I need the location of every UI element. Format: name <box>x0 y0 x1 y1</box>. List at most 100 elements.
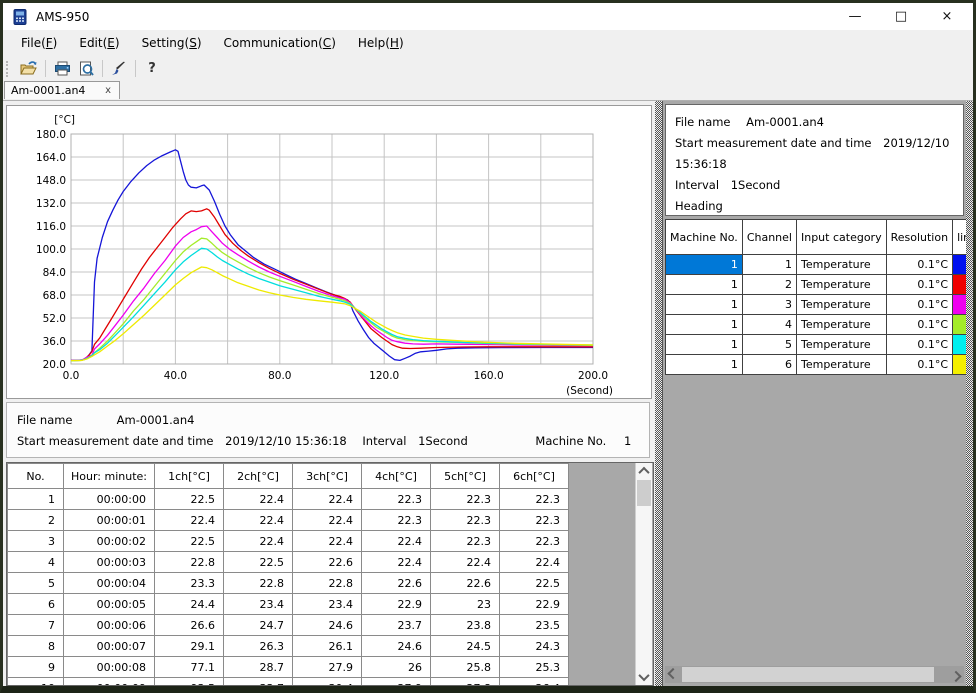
scroll-up-button[interactable] <box>636 463 652 479</box>
table-cell[interactable]: 00:00:06 <box>64 615 155 636</box>
table-cell[interactable]: 22.4 <box>293 531 362 552</box>
maximize-button[interactable]: □ <box>893 9 909 24</box>
tab-close-icon[interactable]: x <box>103 85 113 96</box>
table-cell[interactable]: 00:00:07 <box>64 636 155 657</box>
table-cell[interactable]: 0.1°C <box>886 335 952 355</box>
table-cell[interactable]: Temperature <box>796 335 886 355</box>
table-cell[interactable]: 8 <box>8 636 64 657</box>
scroll-left-button[interactable] <box>665 666 681 683</box>
table-cell[interactable]: 22.4 <box>224 510 293 531</box>
table-cell[interactable]: 00:00:09 <box>64 678 155 687</box>
table-cell[interactable]: 1 <box>8 489 64 510</box>
table-cell[interactable]: Temperature <box>796 275 886 295</box>
table-cell[interactable]: 29.1 <box>155 636 224 657</box>
table-cell[interactable]: 33.7 <box>224 678 293 687</box>
right-edge-splitter[interactable] <box>966 101 973 686</box>
table-cell[interactable]: 27.9 <box>362 678 431 687</box>
table-cell[interactable]: 22.4 <box>224 489 293 510</box>
table-cell[interactable]: 4 <box>8 552 64 573</box>
table-cell[interactable]: 22.3 <box>500 531 569 552</box>
table-cell[interactable]: 77.1 <box>155 657 224 678</box>
vertical-scrollbar[interactable] <box>635 463 652 685</box>
help-button[interactable]: ? <box>140 58 164 79</box>
table-cell[interactable]: 22.4 <box>500 552 569 573</box>
table-cell[interactable]: Temperature <box>796 315 886 335</box>
table-cell[interactable]: 23.4 <box>224 594 293 615</box>
table-cell[interactable]: 25.8 <box>431 657 500 678</box>
table-cell[interactable]: 9 <box>8 657 64 678</box>
table-cell[interactable]: 0.1°C <box>886 355 952 375</box>
table-cell[interactable]: 22.5 <box>224 552 293 573</box>
minimize-button[interactable]: — <box>847 9 863 24</box>
table-cell[interactable]: 23.7 <box>362 615 431 636</box>
table-cell[interactable]: 26.1 <box>293 636 362 657</box>
table-cell[interactable]: 22.5 <box>500 573 569 594</box>
table-cell[interactable]: 2 <box>742 275 796 295</box>
table-cell[interactable]: 23.8 <box>431 615 500 636</box>
table-cell[interactable]: 22.3 <box>431 489 500 510</box>
table-cell[interactable]: 93.5 <box>155 678 224 687</box>
table-cell[interactable]: 23 <box>431 594 500 615</box>
table-cell[interactable]: 27.8 <box>431 678 500 687</box>
table-cell[interactable]: 0.1°C <box>886 275 952 295</box>
table-cell[interactable]: 22.3 <box>431 531 500 552</box>
table-cell[interactable]: 22.9 <box>362 594 431 615</box>
table-cell[interactable]: 22.4 <box>362 531 431 552</box>
toolbar-grip[interactable] <box>6 61 11 77</box>
table-cell[interactable]: 00:00:08 <box>64 657 155 678</box>
table-cell[interactable]: 30.4 <box>293 678 362 687</box>
table-cell[interactable]: 10 <box>8 678 64 687</box>
table-cell[interactable]: 25.3 <box>500 657 569 678</box>
table-cell[interactable]: 1 <box>666 315 743 335</box>
table-cell[interactable]: 22.6 <box>293 552 362 573</box>
table-cell[interactable]: 22.4 <box>293 489 362 510</box>
table-cell[interactable]: 22.3 <box>500 510 569 531</box>
table-cell[interactable]: 0.1°C <box>886 255 952 275</box>
panel-splitter[interactable] <box>655 101 662 686</box>
table-cell[interactable]: 5 <box>742 335 796 355</box>
table-cell[interactable]: 00:00:02 <box>64 531 155 552</box>
table-cell[interactable]: 22.5 <box>155 489 224 510</box>
table-cell[interactable]: 1 <box>666 295 743 315</box>
menu-item-communication[interactable]: Communication(C) <box>213 32 347 54</box>
table-cell[interactable]: 0.1°C <box>886 295 952 315</box>
scroll-right-button[interactable] <box>948 666 964 683</box>
table-cell[interactable]: 23.4 <box>293 594 362 615</box>
table-cell[interactable]: 23.5 <box>500 615 569 636</box>
table-cell[interactable]: 1 <box>666 335 743 355</box>
table-cell[interactable]: 22.3 <box>500 489 569 510</box>
table-cell[interactable]: 22.6 <box>431 573 500 594</box>
table-cell[interactable]: 24.6 <box>293 615 362 636</box>
table-cell[interactable]: 22.4 <box>362 552 431 573</box>
tab-am-0001[interactable]: Am-0001.an4 x <box>4 81 120 99</box>
table-cell[interactable]: 2 <box>8 510 64 531</box>
horizontal-scroll-thumb[interactable] <box>682 667 934 682</box>
table-cell[interactable]: 26.4 <box>500 678 569 687</box>
table-cell[interactable]: 3 <box>8 531 64 552</box>
table-cell[interactable]: 27.9 <box>293 657 362 678</box>
table-cell[interactable]: Temperature <box>796 295 886 315</box>
horizontal-scrollbar[interactable] <box>665 666 964 683</box>
table-cell[interactable]: 24.7 <box>224 615 293 636</box>
table-cell[interactable]: 22.8 <box>293 573 362 594</box>
table-cell[interactable]: Temperature <box>796 355 886 375</box>
table-cell[interactable]: 7 <box>8 615 64 636</box>
print-button[interactable] <box>50 58 74 79</box>
open-file-button[interactable] <box>17 58 41 79</box>
vertical-scroll-thumb[interactable] <box>637 480 651 506</box>
table-cell[interactable]: 22.4 <box>224 531 293 552</box>
table-cell[interactable]: 00:00:05 <box>64 594 155 615</box>
table-cell[interactable]: 26 <box>362 657 431 678</box>
table-cell[interactable]: 28.7 <box>224 657 293 678</box>
table-cell[interactable]: 1 <box>666 275 743 295</box>
table-cell[interactable]: 22.5 <box>155 531 224 552</box>
close-button[interactable]: × <box>939 9 955 24</box>
table-cell[interactable]: 3 <box>742 295 796 315</box>
table-cell[interactable]: 6 <box>742 355 796 375</box>
table-cell[interactable]: 22.6 <box>362 573 431 594</box>
menu-item-help[interactable]: Help(H) <box>347 32 415 54</box>
table-cell[interactable]: 22.3 <box>362 510 431 531</box>
table-cell[interactable]: 24.4 <box>155 594 224 615</box>
line-style-button[interactable] <box>107 58 131 79</box>
table-cell[interactable]: 24.6 <box>362 636 431 657</box>
